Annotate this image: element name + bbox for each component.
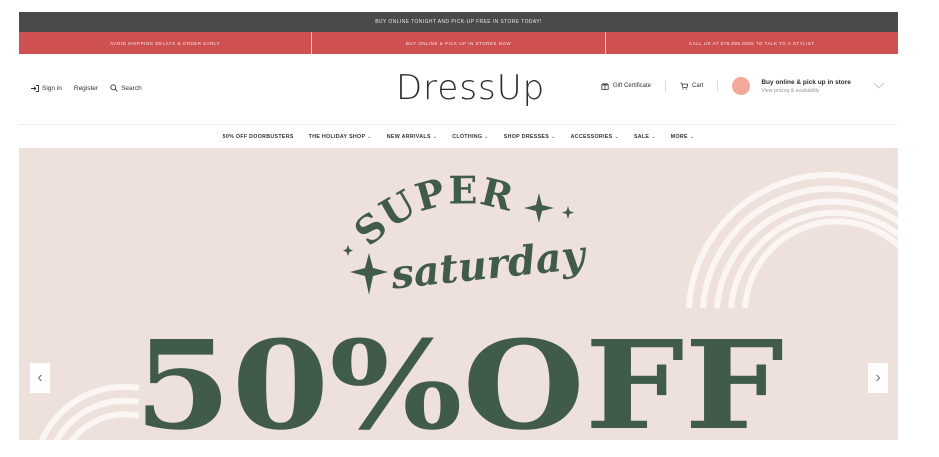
chevron-down-icon: ⌄ bbox=[367, 133, 372, 140]
nav-item-label: Accessories bbox=[570, 133, 613, 140]
promo-shipping-text: Avoid shipping delays & order early bbox=[110, 40, 221, 46]
nav-item[interactable]: 50% Off Doorbusters bbox=[223, 134, 294, 140]
store-avatar bbox=[732, 77, 751, 95]
search-icon bbox=[110, 84, 118, 92]
account-links: Sign in Register Search bbox=[31, 84, 142, 92]
nav-item[interactable]: More ⌄ bbox=[671, 134, 695, 140]
sign-in-link[interactable]: Sign in bbox=[31, 85, 62, 92]
hero-artwork: SUPER saturday 50%OFF bbox=[38, 167, 898, 440]
site-logo[interactable]: DressUp bbox=[396, 68, 545, 108]
register-label: Register bbox=[73, 84, 99, 92]
promo-stylist-text: Call us at 678.999.0006 to talk to a sty… bbox=[688, 40, 815, 46]
carousel-prev-button[interactable]: ‹ bbox=[30, 363, 50, 393]
nav-item-label: Sale bbox=[633, 133, 650, 140]
cart-icon bbox=[680, 82, 689, 90]
gift-certificate-link[interactable]: Gift Certificate bbox=[601, 82, 651, 90]
page: Buy online tonight and pick-up free in s… bbox=[19, 12, 898, 440]
search-button[interactable]: Search bbox=[110, 84, 142, 92]
announcement-bar: Buy online tonight and pick-up free in s… bbox=[19, 12, 898, 32]
nav-item[interactable]: Clothing ⌄ bbox=[452, 134, 489, 140]
arch-decoration-left bbox=[38, 383, 140, 440]
nav-item-label: The Holiday Shop bbox=[308, 133, 366, 140]
chevron-left-icon: ‹ bbox=[37, 369, 43, 386]
promo-shipping[interactable]: Avoid shipping delays & order early bbox=[19, 32, 313, 54]
chevron-down-icon: ⌄ bbox=[614, 133, 619, 140]
hero-banner[interactable]: SUPER saturday 50%OFF ‹ › bbox=[19, 148, 898, 440]
gift-certificate-label: Gift Certificate bbox=[613, 83, 652, 89]
store-subtitle: View pricing & availability bbox=[761, 87, 820, 94]
cart-label: Cart bbox=[692, 83, 704, 89]
chevron-down-icon: ⌄ bbox=[689, 133, 695, 140]
nav-item[interactable]: Accessories ⌄ bbox=[571, 134, 619, 140]
chevron-down-icon: ⌄ bbox=[551, 133, 556, 140]
chevron-down-icon: ⌄ bbox=[484, 133, 489, 140]
cart-link[interactable]: Cart bbox=[680, 82, 703, 90]
nav-item-label: 50% Off Doorbusters bbox=[222, 133, 294, 140]
search-label: Search bbox=[121, 84, 142, 92]
divider bbox=[665, 80, 667, 92]
store-text: Buy online & pick up in store View prici… bbox=[761, 79, 851, 94]
main-nav: 50% Off Doorbusters The Holiday Shop ⌄ New … bbox=[19, 124, 898, 148]
nav-item-label: More bbox=[670, 133, 688, 140]
site-header: Sign in Register Search DressUp Gift Cer… bbox=[19, 54, 898, 124]
sign-in-icon bbox=[31, 84, 39, 92]
nav-item-label: Clothing bbox=[452, 133, 483, 140]
promo-stylist[interactable]: Call us at 678.999.0006 to talk to a sty… bbox=[606, 32, 898, 54]
chevron-down-icon: ⌄ bbox=[432, 133, 438, 140]
announcement-text: Buy online tonight and pick-up free in s… bbox=[375, 19, 542, 25]
arch-decoration-right bbox=[686, 172, 898, 309]
gift-icon bbox=[601, 82, 609, 90]
divider bbox=[717, 80, 719, 92]
nav-item[interactable]: Sale ⌄ bbox=[634, 134, 656, 140]
promo-bar: Avoid shipping delays & order early Buy … bbox=[19, 32, 898, 54]
carousel-next-button[interactable]: › bbox=[868, 363, 888, 393]
register-link[interactable]: Register bbox=[74, 85, 98, 92]
chevron-right-icon: › bbox=[875, 369, 881, 386]
nav-item-label: Shop Dresses bbox=[503, 133, 550, 140]
chevron-down-icon: ⌄ bbox=[651, 133, 656, 140]
sign-in-label: Sign in bbox=[42, 84, 62, 92]
nav-item[interactable]: The Holiday Shop ⌄ bbox=[309, 134, 372, 140]
hero-headline: 50%OFF bbox=[134, 313, 784, 440]
promo-pickup[interactable]: Buy online & pick up in stores now bbox=[312, 32, 606, 54]
nav-item-label: New Arrivals bbox=[386, 133, 431, 140]
hero-saturday-text: saturday bbox=[388, 231, 590, 298]
store-title: Buy online & pick up in store bbox=[761, 78, 851, 86]
nav-item[interactable]: New Arrivals ⌄ bbox=[387, 134, 437, 140]
header-actions: Gift Certificate Cart Buy online & pick … bbox=[601, 77, 885, 95]
nav-item[interactable]: Shop Dresses ⌄ bbox=[504, 134, 556, 140]
store-selector[interactable]: Buy online & pick up in store View prici… bbox=[732, 77, 885, 95]
chevron-down-icon[interactable] bbox=[873, 81, 885, 92]
promo-pickup-text: Buy online & pick up in stores now bbox=[405, 40, 512, 46]
